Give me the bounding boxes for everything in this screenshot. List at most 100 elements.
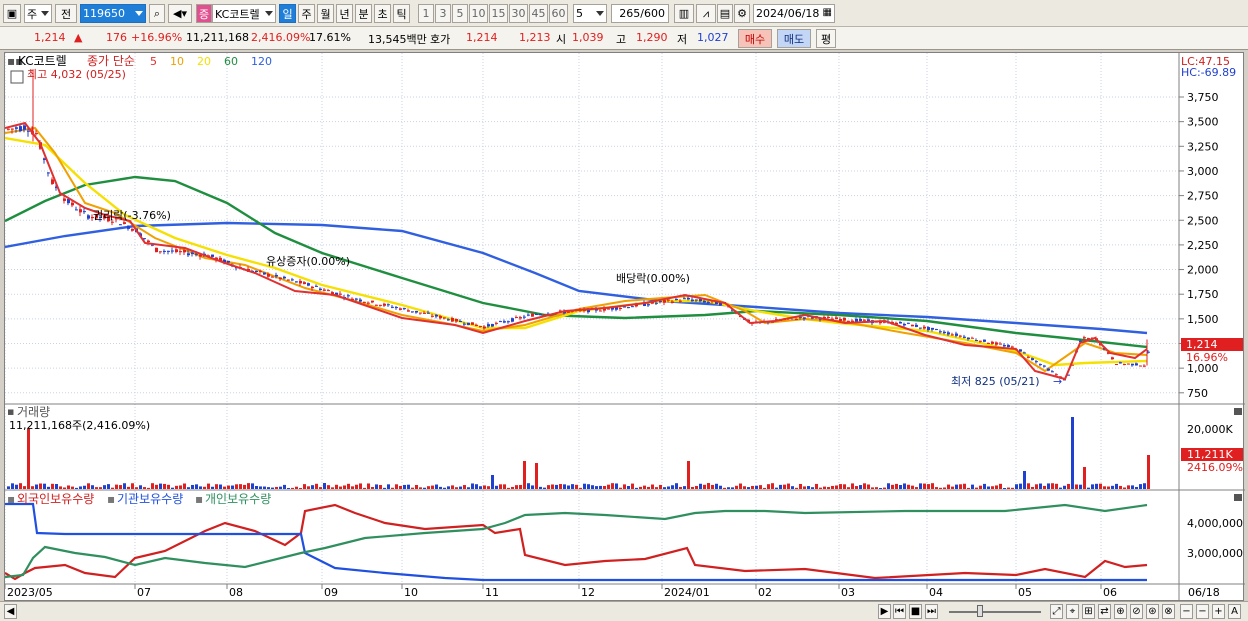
holding-legend-marker: ▪: [195, 492, 203, 506]
tab-period-5[interactable]: 초: [374, 4, 391, 23]
window-icon[interactable]: ▣: [3, 4, 21, 23]
zoom-plus-icon[interactable]: +: [1212, 604, 1225, 619]
calendar-icon[interactable]: [10, 70, 24, 84]
price-y-tick: 1,500: [1187, 313, 1219, 326]
stock-code-input[interactable]: 119650: [80, 4, 146, 23]
gear-icon[interactable]: ⚙: [734, 4, 750, 23]
candle-type-icon[interactable]: ▥: [674, 4, 694, 23]
institution-holding-line: [5, 502, 1147, 582]
tab-period-6[interactable]: 틱: [393, 4, 410, 23]
hc-label: HC:-69.89: [1181, 66, 1236, 79]
font-size-icon[interactable]: A: [1228, 604, 1241, 619]
holding-legend-item: 기관보유수량: [117, 492, 183, 506]
eval-button[interactable]: 평: [816, 29, 836, 48]
ma-legend-item: 10: [170, 55, 184, 68]
tool-icon-4[interactable]: ⇄: [1098, 604, 1111, 619]
high-label: 고: [616, 33, 627, 46]
interval-button-1[interactable]: 1: [418, 4, 434, 23]
x-axis-label: 04: [929, 586, 943, 599]
x-axis-label: 2024/01: [664, 586, 710, 599]
scroll-right-icon[interactable]: ▶: [878, 604, 891, 619]
x-axis-label: 09: [324, 586, 338, 599]
high-price: 1,290: [636, 31, 668, 44]
stock-name-field[interactable]: KC코트렐: [212, 4, 276, 23]
tool-icon-6[interactable]: ⊘: [1130, 604, 1143, 619]
price-y-tick: 3,000: [1187, 165, 1219, 178]
foreign-holding-line: [5, 503, 1148, 581]
prev-button[interactable]: 전: [55, 4, 77, 23]
interval-button-5[interactable]: 5: [452, 4, 468, 23]
interval-button-30[interactable]: 30: [509, 4, 528, 23]
tool-icon-8[interactable]: ⊗: [1162, 604, 1175, 619]
tab-period-0[interactable]: 일: [279, 4, 296, 23]
fast-forward-icon[interactable]: ⏭: [925, 604, 938, 619]
panel-close-icon[interactable]: [1234, 494, 1242, 501]
tool-icon-3[interactable]: ⊞: [1082, 604, 1095, 619]
up-arrow-icon: ▲: [74, 31, 83, 44]
interval-button-60[interactable]: 60: [549, 4, 568, 23]
price-y-tick: 1,000: [1187, 362, 1219, 375]
ma-legend-item: 120: [251, 55, 272, 68]
event-label: 배당락(0.00%): [616, 272, 690, 285]
sound-icon[interactable]: ◀▾: [168, 4, 192, 23]
rewind-icon[interactable]: ⏮: [893, 604, 906, 619]
current-price: 1,214: [34, 31, 66, 44]
price-y-tick: 3,250: [1187, 140, 1219, 153]
interval-button-10[interactable]: 10: [469, 4, 488, 23]
sell-button[interactable]: 매도: [777, 29, 811, 48]
count-value: 265: [619, 7, 641, 20]
ma-legend: 5 10 20 60 120: [150, 55, 272, 68]
holding-legend-item: 외국인보유수량: [17, 492, 94, 506]
search-icon[interactable]: ⌕: [149, 4, 165, 23]
tool-icon-1[interactable]: ⤢: [1050, 604, 1063, 619]
open-price: 1,039: [572, 31, 604, 44]
price-y-tick: 2,250: [1187, 239, 1219, 252]
interval-button-3[interactable]: 3: [435, 4, 451, 23]
panel-close-icon[interactable]: [1234, 408, 1242, 415]
x-axis-label: 07: [137, 586, 151, 599]
count-input[interactable]: 265/600: [611, 4, 669, 23]
chart-stock-name: KC코트렐: [18, 54, 67, 68]
event-label: 권리락(-3.76%): [93, 209, 171, 222]
tool-icon-5[interactable]: ⊕: [1114, 604, 1127, 619]
x-axis-end: 06/18: [1188, 586, 1220, 599]
type-dropdown[interactable]: 주: [24, 4, 52, 23]
tab-period-4[interactable]: 분: [355, 4, 372, 23]
date-value: 2024/06/18: [756, 7, 820, 20]
scroll-left-icon[interactable]: ◀: [4, 604, 17, 619]
stock-name-value: KC코트렐: [215, 7, 260, 21]
tool-icon-2[interactable]: ⌖: [1066, 604, 1079, 619]
zoom-slider[interactable]: [945, 604, 1045, 619]
save-icon[interactable]: ▤: [717, 4, 733, 23]
interval-dropdown[interactable]: 5: [573, 4, 607, 23]
x-axis-label: 05: [1018, 586, 1032, 599]
current-volume-pct: 2416.09%: [1187, 461, 1243, 474]
tab-period-3[interactable]: 년: [336, 4, 353, 23]
date-input[interactable]: 2024/06/18 ▦: [753, 4, 835, 23]
stop-icon[interactable]: ■: [909, 604, 922, 619]
volume-y-tick: 20,000K: [1187, 423, 1233, 436]
event-label: 유상증자(0.00%): [266, 255, 350, 268]
tool-icon-7[interactable]: ⊛: [1146, 604, 1159, 619]
indicator-icon[interactable]: ⩘: [696, 4, 716, 23]
chart-panel[interactable]: 3,750 3,500 3,250 3,000 2,750 2,500 2,250 2,000…: [4, 52, 1245, 602]
low-label: 저: [677, 33, 688, 46]
tab-period-2[interactable]: 월: [317, 4, 334, 23]
interval-button-45[interactable]: 45: [529, 4, 548, 23]
interval-button-15[interactable]: 15: [489, 4, 508, 23]
grid-lines: [5, 53, 1184, 589]
x-axis-label: 11: [485, 586, 499, 599]
calendar-icon[interactable]: ▦: [823, 7, 832, 18]
buy-button[interactable]: 매수: [738, 29, 772, 48]
chart-canvas[interactable]: 3,750 3,500 3,250 3,000 2,750 2,500 2,250 2,000…: [5, 53, 1245, 602]
holding-y-ticks: 4,000,000 3,000,000: [1187, 517, 1243, 560]
x-axis-label: 12: [581, 586, 595, 599]
price-y-tick: 3,500: [1187, 116, 1219, 129]
individual-holding-line: [5, 503, 1148, 579]
stock-code-value: 119650: [83, 7, 125, 20]
ma-legend-title: 종가 단순: [87, 54, 135, 68]
zoom-minus-icon[interactable]: −: [1196, 604, 1209, 619]
tab-period-1[interactable]: 주: [298, 4, 315, 23]
zoom-out-minus-icon[interactable]: −: [1180, 604, 1193, 619]
volume-title: 거래량: [17, 405, 50, 419]
